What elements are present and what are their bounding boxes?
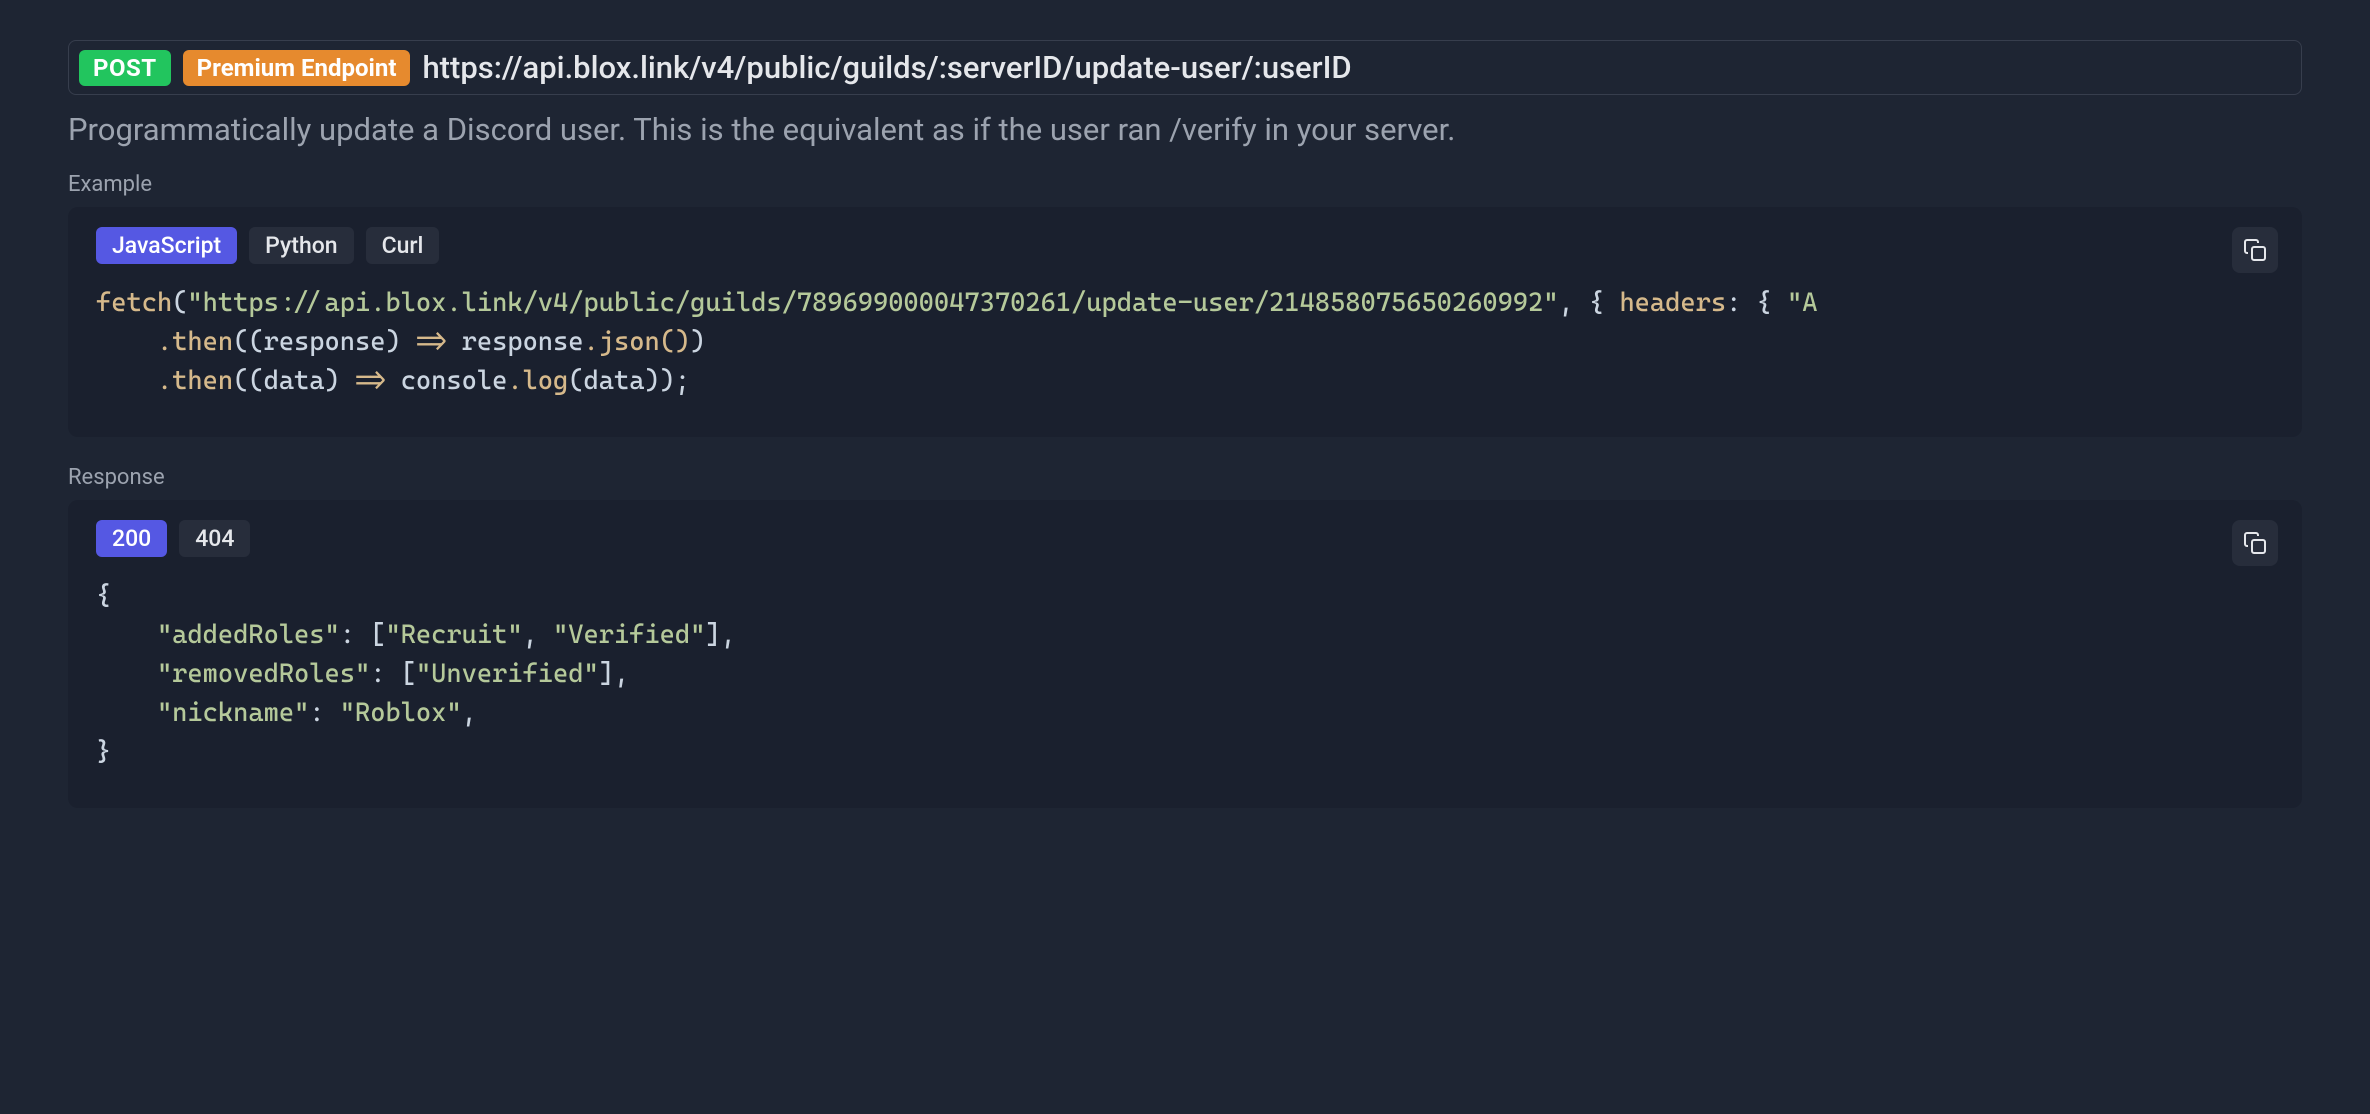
- code-token: .json(): [584, 327, 691, 357]
- code-token: "Recruit": [385, 620, 522, 650]
- code-token: fetch: [96, 288, 172, 318]
- code-token: "addedRoles": [157, 620, 340, 650]
- code-token: "Roblox": [340, 698, 462, 728]
- code-token: "A: [1787, 288, 1817, 318]
- endpoint-url: https://api.blox.link/v4/public/guilds/:…: [422, 49, 1351, 86]
- code-token: headers: [1619, 288, 1726, 318]
- endpoint-header: POST Premium Endpoint https://api.blox.l…: [68, 40, 2302, 95]
- code-token: .log: [507, 366, 568, 396]
- response-code: { "addedRoles": ["Recruit", "Verified"],…: [96, 577, 2274, 772]
- code-token: data: [264, 366, 325, 396]
- endpoint-description: Programmatically update a Discord user. …: [68, 111, 2302, 148]
- code-token: response: [462, 327, 584, 357]
- copy-response-button[interactable]: [2232, 520, 2278, 566]
- code-token: =>: [355, 366, 385, 396]
- tab-curl[interactable]: Curl: [366, 227, 440, 264]
- code-token: .then: [157, 327, 233, 357]
- tab-status-200[interactable]: 200: [96, 520, 167, 557]
- response-label: Response: [68, 465, 2302, 490]
- language-tabs: JavaScript Python Curl: [96, 227, 2274, 264]
- code-token: "removedRoles": [157, 659, 370, 689]
- code-token: data: [584, 366, 645, 396]
- copy-icon: [2243, 238, 2267, 262]
- http-method-badge: POST: [79, 50, 171, 86]
- tab-javascript[interactable]: JavaScript: [96, 227, 237, 264]
- example-code-block: JavaScript Python Curl fetch("https://ap…: [68, 207, 2302, 437]
- code-token: "Verified": [553, 620, 705, 650]
- copy-example-button[interactable]: [2232, 227, 2278, 273]
- code-token: "nickname": [157, 698, 309, 728]
- example-label: Example: [68, 172, 2302, 197]
- premium-badge: Premium Endpoint: [183, 50, 411, 86]
- code-token: "Unverified": [416, 659, 599, 689]
- example-code: fetch("https://api.blox.link/v4/public/g…: [96, 284, 2274, 401]
- tab-status-404[interactable]: 404: [179, 520, 250, 557]
- code-token: response: [264, 327, 386, 357]
- code-token: "https://api.blox.link/v4/public/guilds/…: [187, 288, 1558, 318]
- code-token: console: [401, 366, 508, 396]
- response-code-block: 200 404 { "addedRoles": ["Recruit", "Ver…: [68, 500, 2302, 808]
- code-token: .then: [157, 366, 233, 396]
- copy-icon: [2243, 531, 2267, 555]
- code-token: =>: [416, 327, 446, 357]
- status-tabs: 200 404: [96, 520, 2274, 557]
- tab-python[interactable]: Python: [249, 227, 353, 264]
